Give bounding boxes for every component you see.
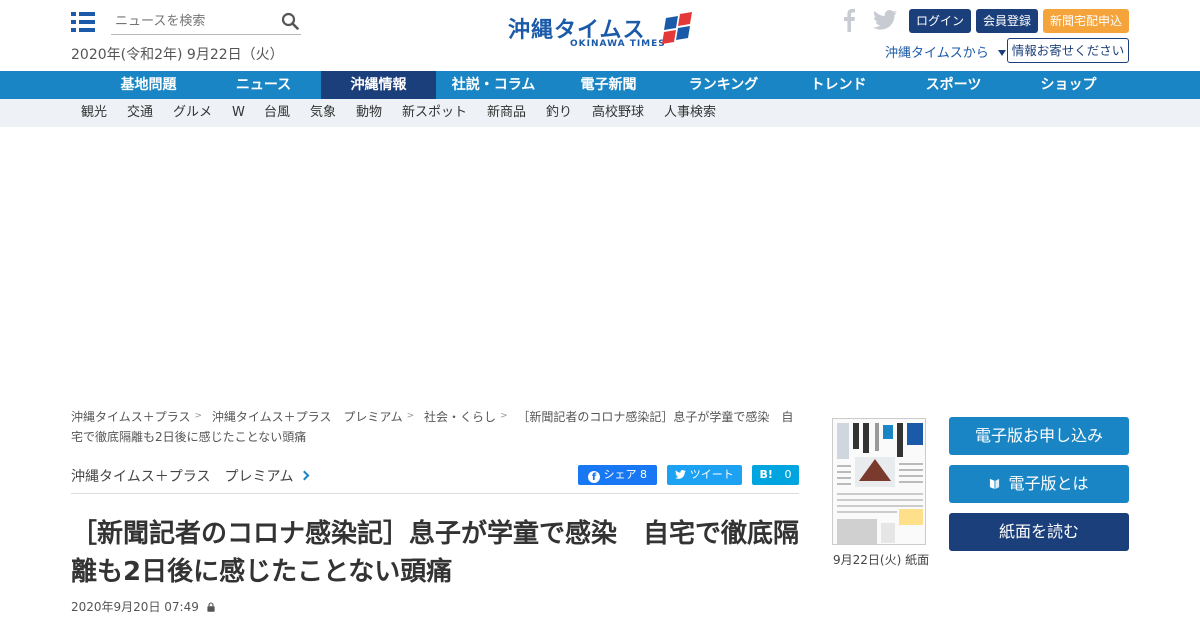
subnav-item-personnel-search[interactable]: 人事検索 [664, 99, 716, 127]
nav-item-trend[interactable]: トレンド [781, 71, 896, 99]
send-info-button[interactable]: 情報お寄せください [1007, 38, 1129, 63]
newspaper-front-page-image [833, 419, 925, 544]
chevron-right-icon [300, 470, 310, 481]
nav-item-base-issues[interactable]: 基地問題 [91, 71, 206, 99]
caret-down-icon [997, 50, 1006, 56]
menu-icon[interactable] [71, 12, 95, 33]
about-digital-label: 電子版とは [1008, 474, 1089, 493]
publish-date-row: 2020年9月20日 07:49 [71, 598, 215, 615]
nav-item-shop[interactable]: ショップ [1011, 71, 1126, 99]
subnav-item-weather[interactable]: 気象 [310, 99, 336, 127]
divider [71, 493, 799, 494]
book-icon [990, 478, 1000, 489]
site-header: 2020年(令和2年) 9月22日（火） 沖縄タイムス OKINAWA TIME… [0, 0, 1200, 71]
tweet-button[interactable]: ツイート [667, 465, 742, 485]
register-button[interactable]: 会員登録 [976, 9, 1038, 33]
nav-item-e-paper[interactable]: 電子新聞 [551, 71, 666, 99]
search-box [111, 9, 301, 35]
breadcrumb-item-home[interactable]: 沖縄タイムス＋プラス [71, 410, 191, 424]
delivery-button[interactable]: 新聞宅配申込 [1043, 9, 1129, 33]
main-nav: 基地問題 ニュース 沖縄情報 社説・コラム 電子新聞 ランキング トレンド スポ… [0, 71, 1200, 99]
twitter-icon[interactable] [873, 10, 897, 30]
subnav-item-new-spots[interactable]: 新スポット [402, 99, 467, 127]
subnav-item-sightseeing[interactable]: 観光 [81, 99, 107, 127]
subnav-item-w[interactable]: W [232, 99, 245, 127]
login-button[interactable]: ログイン [909, 9, 971, 33]
breadcrumb-separator: > [499, 411, 508, 421]
article-category: 沖縄タイムス＋プラス プレミアム [71, 469, 294, 485]
breadcrumb-separator: > [406, 411, 415, 421]
subnav-item-traffic[interactable]: 交通 [127, 99, 153, 127]
read-paper-button[interactable]: 紙面を読む [949, 513, 1129, 551]
from-times-dropdown[interactable]: 沖縄タイムスから [885, 42, 1006, 61]
from-times-label: 沖縄タイムスから [885, 46, 989, 61]
site-logo[interactable]: 沖縄タイムス OKINAWA TIMES [508, 12, 694, 52]
subnav-item-typhoon[interactable]: 台風 [264, 99, 290, 127]
apply-digital-button[interactable]: 電子版お申し込み [949, 417, 1129, 455]
subnav-item-hs-baseball[interactable]: 高校野球 [592, 99, 644, 127]
nav-item-sports[interactable]: スポーツ [896, 71, 1011, 99]
facebook-share-button[interactable]: f シェア 8 [578, 465, 657, 485]
lock-icon [207, 602, 215, 612]
facebook-icon[interactable] [843, 8, 855, 32]
article-category-link[interactable]: 沖縄タイムス＋プラス プレミアム [71, 466, 310, 486]
publish-date: 2020年9月20日 07:49 [71, 600, 199, 614]
breadcrumb-item-society[interactable]: 社会・くらし [424, 410, 496, 424]
breadcrumb: 沖縄タイムス＋プラス > 沖縄タイムス＋プラス プレミアム > 社会・くらし > ［新… [71, 406, 801, 447]
subnav-item-fishing[interactable]: 釣り [546, 99, 572, 127]
nav-item-ranking[interactable]: ランキング [666, 71, 781, 99]
breadcrumb-item-premium[interactable]: 沖縄タイムス＋プラス プレミアム [212, 410, 403, 424]
logo-plus-mark [662, 12, 692, 44]
nav-item-okinawa-info[interactable]: 沖縄情報 [321, 71, 436, 99]
subnav-item-new-products[interactable]: 新商品 [487, 99, 526, 127]
facebook-share-label: シェア [603, 468, 637, 481]
subnav-item-animals[interactable]: 動物 [356, 99, 382, 127]
subnav-item-gourmet[interactable]: グルメ [173, 99, 212, 127]
breadcrumb-separator: > [194, 411, 203, 421]
sub-nav: 観光 交通 グルメ W 台風 気象 動物 新スポット 新商品 釣り 高校野球 人… [0, 99, 1200, 127]
nav-item-editorial[interactable]: 社説・コラム [436, 71, 551, 99]
newspaper-thumbnail[interactable] [832, 418, 926, 545]
hatena-bookmark-button[interactable]: B! 0 [752, 465, 799, 485]
article-title: ［新聞記者のコロナ感染記］息子が学童で感染 自宅で徹底隔離も2日後に感じたことな… [71, 519, 800, 587]
hatena-count: 0 [784, 468, 792, 481]
nav-item-news[interactable]: ニュース [206, 71, 321, 99]
search-input[interactable] [111, 9, 276, 33]
search-icon[interactable] [281, 12, 299, 30]
about-digital-button[interactable]: 電子版とは [949, 465, 1129, 503]
tweet-label: ツイート [689, 468, 734, 481]
paper-caption: 9月22日(火) 紙面 [833, 553, 930, 567]
tweet-bird-icon [675, 470, 687, 479]
facebook-share-count: 8 [640, 468, 647, 481]
hatena-icon: B! [759, 468, 773, 481]
facebook-share-icon: f [588, 471, 600, 483]
current-date: 2020年(令和2年) 9月22日（火） [71, 47, 284, 63]
